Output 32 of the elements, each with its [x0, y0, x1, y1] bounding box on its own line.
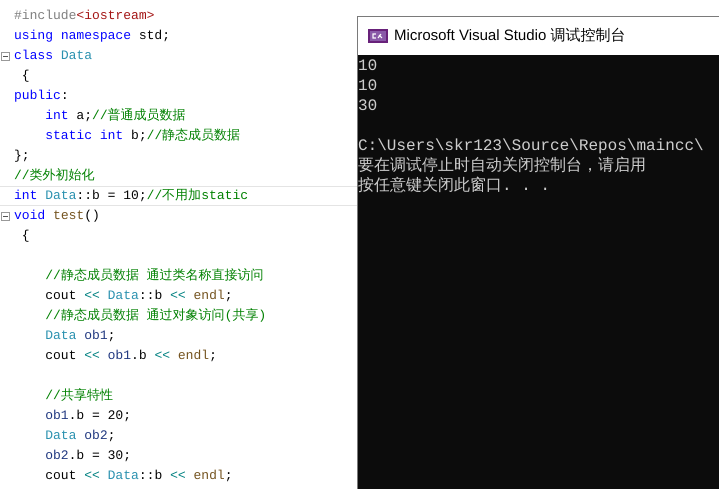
- console-app-icon: [368, 29, 388, 43]
- code-text: cout << Data::b << endl;: [44, 287, 232, 305]
- console-message-line: 要在调试停止时自动关闭控制台，请启用: [358, 156, 646, 176]
- console-output-line: 30: [358, 96, 378, 116]
- code-text: //类外初始化: [14, 167, 95, 185]
- code-text: ob2.b = 30;: [44, 447, 132, 465]
- code-text: {: [20, 67, 30, 85]
- code-text: //静态成员数据 通过对象访问(共享): [44, 307, 266, 325]
- console-output-line: 10: [358, 76, 378, 96]
- code-text: public:: [14, 87, 69, 105]
- code-text: static int b;//静态成员数据: [44, 127, 240, 145]
- code-text: int Data::b = 10;//不用加static: [14, 187, 248, 205]
- code-text: void test(): [14, 207, 100, 225]
- console-message-line: C:\Users\skr123\Source\Repos\maincc\: [358, 136, 704, 156]
- code-text: ob1.b = 20;: [44, 407, 132, 425]
- code-text: };: [14, 147, 30, 165]
- code-text: cout << ob1.b << endl;: [44, 347, 217, 365]
- code-text: Data ob1;: [44, 327, 116, 345]
- code-text: {: [20, 227, 30, 245]
- console-message-line: 按任意键关闭此窗口. . .: [358, 176, 550, 196]
- collapse-icon[interactable]: [1, 212, 10, 220]
- code-text: cout << Data::b << endl;: [44, 467, 232, 485]
- code-text: //静态成员数据 通过类名称直接访问: [44, 267, 264, 285]
- collapse-icon[interactable]: [1, 52, 10, 60]
- code-text: Data ob2;: [44, 427, 116, 445]
- console-title: Microsoft Visual Studio 调试控制台: [394, 26, 626, 46]
- code-text: #include<iostream>: [14, 7, 154, 25]
- code-text: class Data: [14, 47, 92, 65]
- code-text: using namespace std;: [14, 27, 170, 45]
- code-text: int a;//普通成员数据: [44, 107, 186, 125]
- console-output-line: 10: [358, 56, 378, 76]
- code-text: //共享特性: [44, 387, 113, 405]
